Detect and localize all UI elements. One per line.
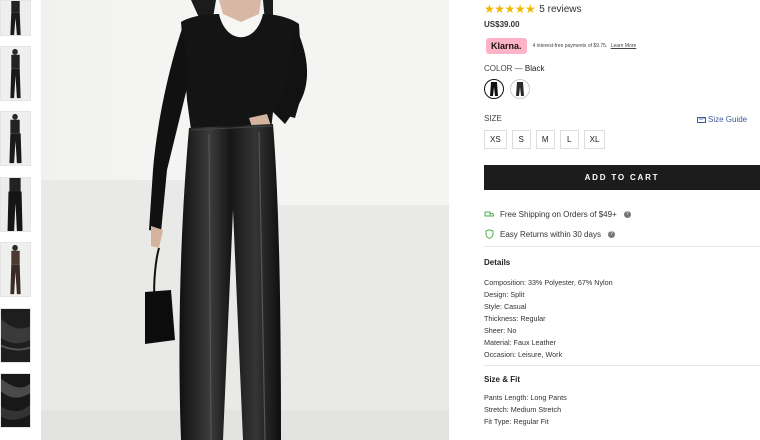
selected-color: Black (524, 64, 545, 73)
thumbnail-full-body-side[interactable] (0, 46, 31, 101)
size-l-button[interactable]: L (559, 130, 579, 149)
divider (484, 365, 760, 366)
easy-returns-text: Easy Returns within 30 days (500, 229, 601, 239)
spec-design: Design: Split (484, 290, 525, 299)
size-guide-link[interactable]: Size Guide (697, 115, 747, 124)
color-label: COLOR — Black (484, 64, 544, 73)
color-separator: — (512, 64, 525, 73)
rating[interactable]: ★★★★★ 5 reviews (484, 2, 582, 16)
size-label: SIZE (484, 114, 502, 123)
size-xl-button[interactable]: XL (583, 130, 606, 149)
details-heading[interactable]: Details (484, 258, 510, 267)
free-shipping-text: Free Shipping on Orders of $49+ (500, 209, 617, 219)
free-shipping-perk: Free Shipping on Orders of $49+? (484, 209, 631, 219)
klarna-promo: Klarna. 4 interest-free payments of $9.7… (486, 38, 636, 54)
thumbnail-gallery (0, 0, 32, 440)
spec-style: Style: Casual (484, 302, 527, 311)
spec-thickness: Thickness: Regular (484, 314, 546, 323)
klarna-learn-more-link[interactable]: Learn More (611, 43, 637, 49)
spec-sheer: Sheer: No (484, 326, 517, 335)
size-m-button[interactable]: M (535, 130, 555, 149)
spec-fit-type: Fit Type: Regular Fit (484, 417, 549, 426)
size-xs-button[interactable]: XS (484, 130, 507, 149)
size-s-button[interactable]: S (511, 130, 531, 149)
color-label-text: COLOR (484, 64, 513, 73)
shipping-icon (484, 209, 494, 219)
size-options: XS S M L XL (484, 130, 606, 149)
help-icon[interactable]: ? (623, 210, 631, 218)
help-icon[interactable]: ? (607, 230, 615, 238)
thumbnail-brown-variant[interactable] (0, 242, 31, 297)
thumbnail-full-body-front[interactable] (0, 0, 31, 36)
star-rating-icon: ★★★★★ (484, 2, 536, 16)
color-swatches (484, 79, 530, 99)
klarna-logo: Klarna. (486, 38, 527, 54)
thumbnail-fabric-detail[interactable] (0, 308, 31, 363)
size-guide-label: Size Guide (708, 115, 748, 124)
swatch-alt[interactable] (510, 79, 530, 99)
klarna-text: 4 interest-free payments of $9.75. Learn… (533, 43, 637, 49)
main-product-image[interactable] (41, 0, 449, 440)
easy-returns-perk: Easy Returns within 30 days? (484, 229, 615, 239)
add-to-cart-button[interactable]: ADD TO CART (484, 165, 760, 190)
product-info-panel: ★★★★★ 5 reviews US$39.00 Klarna. 4 inter… (484, 0, 760, 440)
review-count[interactable]: 5 reviews (539, 4, 581, 15)
thumbnail-fabric-closeup[interactable] (0, 373, 31, 428)
thumbnail-side-detail[interactable] (0, 177, 31, 232)
spec-occasion: Occasion: Leisure, Work (484, 350, 563, 359)
swatch-black[interactable] (484, 79, 504, 99)
spec-composition: Composition: 33% Polyester, 67% Nylon (484, 278, 613, 287)
ruler-icon (697, 116, 706, 123)
spec-stretch: Stretch: Medium Stretch (484, 405, 562, 414)
size-fit-heading[interactable]: Size & Fit (484, 375, 520, 384)
product-price: US$39.00 (484, 20, 520, 29)
thumbnail-full-body-back[interactable] (0, 111, 31, 166)
shield-icon (484, 229, 494, 239)
divider (484, 246, 760, 247)
spec-pants-length: Pants Length: Long Pants (484, 393, 567, 402)
spec-material: Material: Faux Leather (484, 338, 556, 347)
klarna-payment-text: 4 interest-free payments of $9.75. (532, 43, 608, 49)
